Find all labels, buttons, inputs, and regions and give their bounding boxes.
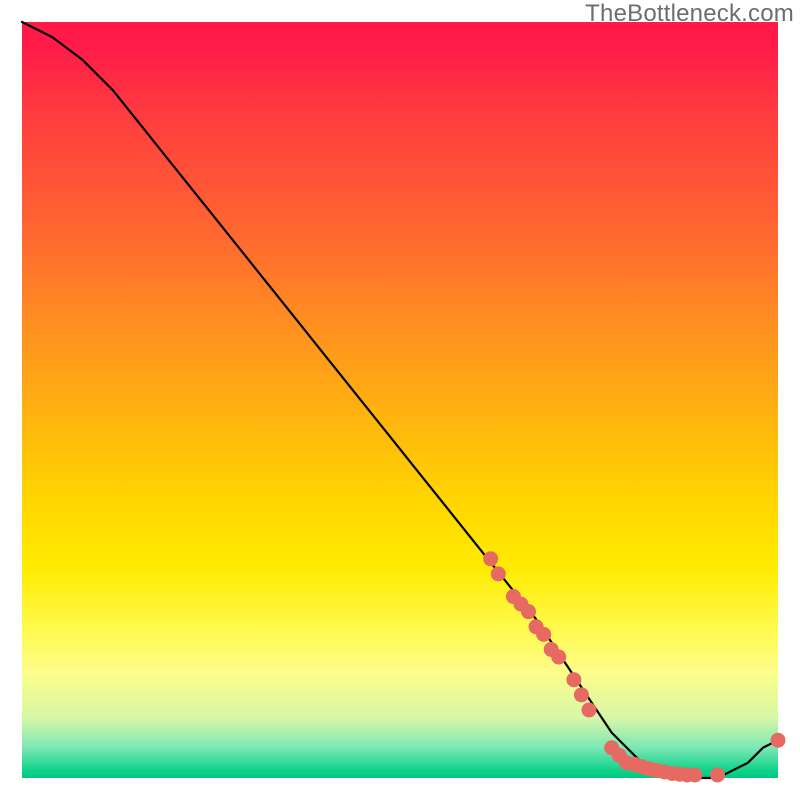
highlight-dot bbox=[710, 767, 725, 782]
plot-area bbox=[22, 22, 778, 778]
highlighted-points-group bbox=[483, 551, 785, 782]
chart-svg bbox=[22, 22, 778, 778]
highlight-dot bbox=[551, 650, 566, 665]
highlight-dot bbox=[483, 551, 498, 566]
highlight-dot bbox=[491, 566, 506, 581]
highlight-dot bbox=[574, 687, 589, 702]
highlight-dot bbox=[521, 604, 536, 619]
highlight-dot bbox=[771, 733, 786, 748]
highlight-dot bbox=[582, 702, 597, 717]
highlight-dot bbox=[687, 767, 702, 782]
chart-canvas: TheBottleneck.com bbox=[0, 0, 800, 800]
bottleneck-curve bbox=[22, 22, 778, 778]
highlight-dot bbox=[566, 672, 581, 687]
highlight-dot bbox=[536, 627, 551, 642]
